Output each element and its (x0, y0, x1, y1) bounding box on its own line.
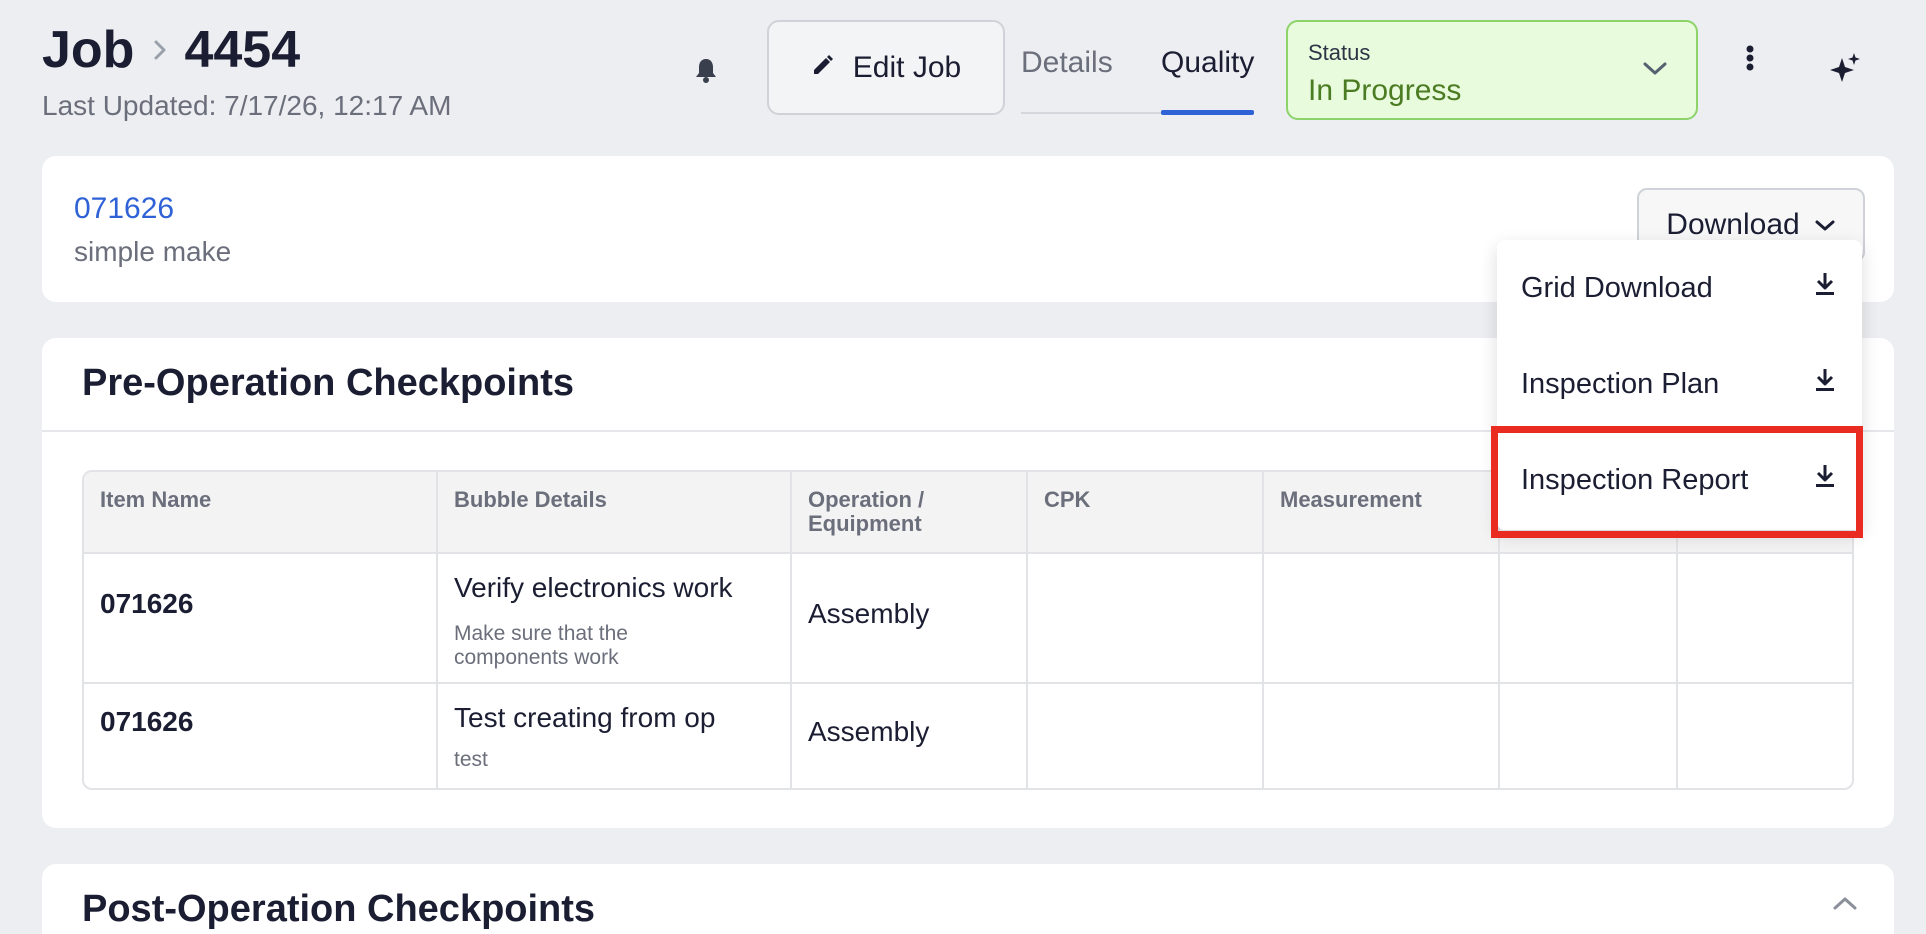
chevron-down-icon (1814, 208, 1836, 242)
tab-details[interactable]: Details (1021, 46, 1113, 116)
column-divider (436, 472, 438, 788)
edit-job-label: Edit Job (852, 50, 962, 84)
bell-icon[interactable] (693, 56, 721, 84)
bubble-title-cell: Verify electronics work (454, 572, 733, 603)
more-options-icon[interactable] (1742, 44, 1758, 79)
download-menu: Grid Download Inspection Plan Inspection… (1497, 240, 1862, 530)
job-number-link[interactable]: 071626 (74, 192, 174, 226)
column-header-measurement[interactable]: Measurement (1280, 488, 1422, 512)
chevron-right-icon (152, 38, 168, 62)
item-name-cell: 071626 (100, 588, 194, 619)
menu-item-inspection-report[interactable]: Inspection Report (1497, 432, 1862, 528)
operation-cell: Assembly (808, 716, 930, 747)
chevron-down-icon (1642, 60, 1668, 83)
edit-job-button[interactable]: Edit Job (767, 20, 1005, 115)
pencil-icon (811, 51, 835, 85)
bubble-title-cell: Test creating from op (454, 702, 716, 733)
breadcrumb-job-id: 4454 (184, 21, 301, 79)
bubble-desc-cell: test (454, 748, 488, 771)
header-left: Job 4454 Last Updated: 7/17/26, 12:17 AM (42, 18, 451, 122)
download-icon (1814, 271, 1836, 305)
breadcrumb-root[interactable]: Job (42, 18, 134, 82)
download-icon (1814, 463, 1836, 497)
column-divider (1262, 472, 1264, 788)
column-header-cpk[interactable]: CPK (1044, 488, 1090, 512)
job-subtitle: simple make (74, 236, 232, 267)
status-value: In Progress (1308, 74, 1462, 107)
operation-cell: Assembly (808, 598, 930, 629)
last-updated-text: Last Updated: 7/17/26, 12:17 AM (42, 90, 452, 121)
menu-item-inspection-plan[interactable]: Inspection Plan (1497, 336, 1862, 432)
column-header-item-name[interactable]: Item Name (100, 488, 211, 512)
status-select[interactable]: Status In Progress (1286, 20, 1698, 120)
menu-item-grid-download[interactable]: Grid Download (1497, 240, 1862, 336)
column-header-bubble-details[interactable]: Bubble Details (454, 488, 607, 512)
download-icon (1814, 367, 1836, 401)
menu-item-label: Grid Download (1521, 271, 1713, 304)
status-label: Status (1308, 40, 1371, 65)
column-header-operation[interactable]: Operation / Equipment (808, 488, 968, 536)
breadcrumb: Job 4454 (42, 18, 451, 82)
tab-underline (1021, 112, 1161, 114)
menu-item-label: Inspection Report (1521, 463, 1749, 496)
column-divider (1026, 472, 1028, 788)
post-operation-card: Post-Operation Checkpoints (42, 864, 1894, 934)
download-label: Download (1666, 208, 1800, 241)
row-divider (84, 682, 1852, 684)
menu-item-label: Inspection Plan (1521, 367, 1720, 400)
chevron-up-icon[interactable] (1832, 894, 1858, 917)
section-title: Pre-Operation Checkpoints (82, 362, 574, 404)
sparkle-icon[interactable] (1828, 52, 1862, 91)
column-divider (790, 472, 792, 788)
tab-active-indicator (1161, 110, 1254, 115)
bubble-desc-cell: Make sure that the components work (454, 622, 628, 669)
tab-quality[interactable]: Quality (1161, 46, 1254, 116)
item-name-cell: 071626 (100, 706, 194, 737)
section-title: Post-Operation Checkpoints (82, 888, 596, 930)
